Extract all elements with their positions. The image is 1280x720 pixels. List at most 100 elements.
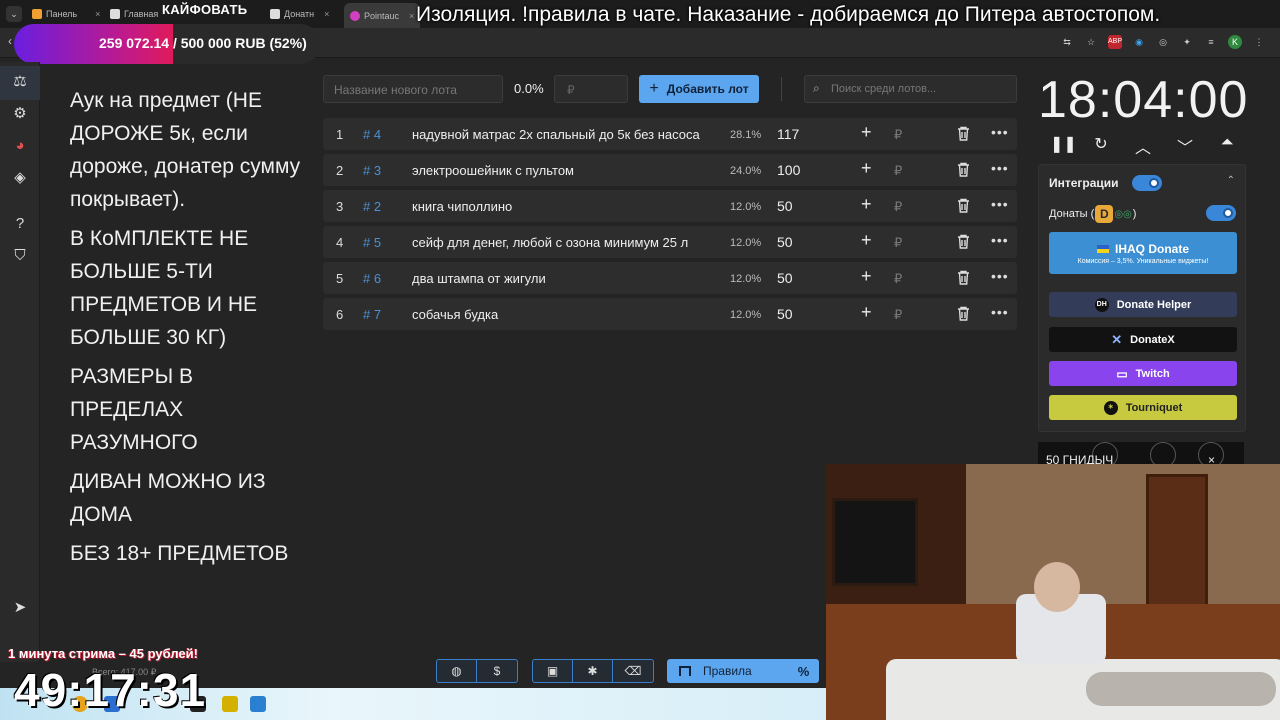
tab-label: Pointauc <box>364 10 400 21</box>
rub-input[interactable]: ₽ <box>894 199 902 215</box>
plus-icon: + <box>649 80 659 97</box>
double-chevron-up-icon[interactable]: ⏶ <box>1218 134 1236 158</box>
favicon-icon <box>350 10 360 21</box>
bookmark-star-icon[interactable]: ☆ <box>1084 35 1098 49</box>
more-options-icon[interactable]: ••• <box>991 304 1009 320</box>
save-icon[interactable]: ▣ <box>533 660 573 682</box>
shield-icon[interactable]: ⛉ <box>10 246 30 266</box>
new-lot-amount-input[interactable]: ₽ <box>554 75 628 103</box>
gear-icon[interactable]: ⚙ <box>10 104 30 124</box>
menu-kebab-icon[interactable]: ⋮ <box>1252 35 1266 49</box>
close-icon[interactable]: × <box>409 11 414 21</box>
help-icon[interactable]: ? <box>10 214 30 234</box>
more-options-icon[interactable]: ••• <box>991 196 1009 212</box>
reading-list-icon[interactable]: ≡ <box>1204 35 1218 49</box>
trash-icon[interactable] <box>957 198 970 216</box>
lot-name[interactable]: электроошейник с пультом <box>412 163 710 178</box>
dollar-icon[interactable]: $ <box>477 660 517 682</box>
lot-amount[interactable]: 50 <box>777 234 793 250</box>
tab-donations[interactable]: Донатн × <box>270 4 329 24</box>
rules-button[interactable]: Правила % <box>667 659 819 683</box>
extension-icon[interactable]: ◎ <box>1156 35 1170 49</box>
rub-input[interactable]: ₽ <box>894 127 902 143</box>
tourniquet-button[interactable]: ✶ Tourniquet <box>1049 395 1237 420</box>
lot-percent: 12.0% <box>730 237 762 249</box>
lot-name[interactable]: собачья будка <box>412 307 710 322</box>
lock-icon[interactable] <box>222 696 238 712</box>
add-amount-icon[interactable]: + <box>861 302 872 323</box>
tab-search-button[interactable]: ⌄ <box>6 6 22 22</box>
integrations-toggle[interactable] <box>1132 175 1162 191</box>
lot-name[interactable]: надувной матрас 2х спальный до 5к без на… <box>412 127 710 142</box>
search-lots-input[interactable]: ⌕ Поиск среди лотов... <box>804 75 1017 103</box>
lot-percent: 24.0% <box>730 165 762 177</box>
donate-helper-button[interactable]: DH Donate Helper <box>1049 292 1237 317</box>
trash-icon[interactable] <box>957 270 970 288</box>
trash-icon[interactable] <box>957 162 970 180</box>
more-options-icon[interactable]: ••• <box>991 268 1009 284</box>
lot-row: 1 # 4 надувной матрас 2х спальный до 5к … <box>323 118 1017 150</box>
back-arrow-icon[interactable]: ‹ <box>8 34 12 48</box>
lot-amount[interactable]: 117 <box>777 126 799 142</box>
more-options-icon[interactable]: ••• <box>991 124 1009 140</box>
donatex-button[interactable]: ✕ DonateX <box>1049 327 1237 352</box>
lot-name[interactable]: два штампа от жигули <box>412 271 710 286</box>
add-amount-icon[interactable]: + <box>861 122 872 143</box>
rub-input[interactable]: ₽ <box>894 235 902 251</box>
chevron-up-icon[interactable]: ⌃ <box>1227 175 1235 186</box>
wheel-icon[interactable]: ◕ <box>10 136 30 156</box>
chevron-down-icon[interactable]: ﹀ <box>1176 134 1194 158</box>
add-lot-button[interactable]: + Добавить лот <box>639 75 759 103</box>
close-icon[interactable]: × <box>324 9 329 19</box>
gavel-icon[interactable]: ⚖ <box>10 72 30 92</box>
percent-toggle[interactable]: % <box>798 664 810 679</box>
rub-input[interactable]: ₽ <box>894 163 902 179</box>
timer-controls: ❚❚ ↻ ︿ ﹀ ⏶ <box>1050 134 1236 158</box>
trash-icon[interactable] <box>957 306 970 324</box>
ihaq-donate-button[interactable]: IHAQ Donate Комиссия – 3,5%. Уникальные … <box>1049 232 1237 274</box>
more-options-icon[interactable]: ••• <box>991 232 1009 248</box>
clear-icon[interactable]: ⌫ <box>613 660 653 682</box>
lot-amount[interactable]: 50 <box>777 306 793 322</box>
puzzle-icon[interactable]: ✦ <box>1180 35 1194 49</box>
profile-avatar[interactable]: K <box>1228 35 1242 49</box>
translate-icon[interactable]: ⇆ <box>1060 35 1074 49</box>
add-amount-icon[interactable]: + <box>861 158 872 179</box>
github-icon[interactable]: ◍ <box>437 660 477 682</box>
new-lot-name-input[interactable]: Название нового лота <box>323 75 503 103</box>
auction-timer: 18:04:00 <box>1038 71 1249 129</box>
tab-pointauc[interactable]: Pointauc × <box>344 3 421 28</box>
lot-amount[interactable]: 50 <box>777 270 793 286</box>
lot-position: 3 <box>336 199 344 214</box>
app-icon[interactable] <box>250 696 266 712</box>
donations-toggle[interactable] <box>1206 205 1236 221</box>
add-amount-icon[interactable]: + <box>861 230 872 251</box>
lot-amount[interactable]: 50 <box>777 198 793 214</box>
extension-icon[interactable]: ◉ <box>1132 35 1146 49</box>
chevron-up-icon[interactable]: ︿ <box>1134 134 1152 158</box>
rub-input[interactable]: ₽ <box>894 307 902 323</box>
twitch-button[interactable]: ▭ Twitch <box>1049 361 1237 386</box>
add-amount-icon[interactable]: + <box>861 266 872 287</box>
more-options-icon[interactable]: ••• <box>991 160 1009 176</box>
donation-goal-progress: 259 072.14 / 500 000 RUB (52%) <box>14 24 320 64</box>
lot-row: 3 # 2 книга чиполлино 12.0% 50 + ₽ ••• <box>323 190 1017 222</box>
lot-amount[interactable]: 100 <box>777 162 800 178</box>
telegram-icon[interactable]: ➤ <box>10 598 30 618</box>
ihaq-flag-icon <box>1096 244 1109 253</box>
tab-panel[interactable]: Панель × <box>32 4 100 24</box>
lot-name[interactable]: сейф для денег, любой с озона минимум 25… <box>412 235 710 250</box>
sidebar: ⚖ ⚙ ◕ ◈ ? ⛉ ➤ <box>0 62 40 662</box>
layers-icon[interactable]: ◈ <box>10 168 30 188</box>
bug-icon[interactable]: ✱ <box>573 660 613 682</box>
reset-icon[interactable]: ↻ <box>1092 134 1110 158</box>
close-icon[interactable]: × <box>95 9 100 19</box>
pause-icon[interactable]: ❚❚ <box>1050 134 1077 158</box>
lot-name[interactable]: книга чиполлино <box>412 199 710 214</box>
trash-icon[interactable] <box>957 234 970 252</box>
rub-input[interactable]: ₽ <box>894 271 902 287</box>
trash-icon[interactable] <box>957 126 970 144</box>
tab-main[interactable]: Главная <box>110 4 158 24</box>
adblock-icon[interactable]: ABP <box>1108 35 1122 49</box>
add-amount-icon[interactable]: + <box>861 194 872 215</box>
